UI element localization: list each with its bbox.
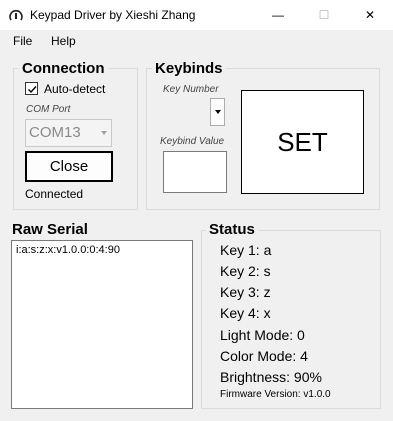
key-number-label: Key Number xyxy=(163,84,219,95)
menu-file[interactable]: File xyxy=(13,34,32,48)
raw-serial-title: Raw Serial xyxy=(9,222,91,238)
chevron-down-icon xyxy=(101,131,107,135)
auto-detect-label: Auto-detect xyxy=(44,82,106,96)
connection-status: Connected xyxy=(25,187,84,201)
status-key-4: Key 4: x xyxy=(220,305,271,321)
connection-title: Connection xyxy=(19,61,108,77)
raw-serial-text: i:a:s:z:x:v1.0.0:0:4:90 xyxy=(16,244,120,256)
close-connection-button[interactable]: Close xyxy=(25,151,113,182)
key-number-select[interactable] xyxy=(210,98,225,126)
close-window-button[interactable]: ✕ xyxy=(347,0,393,30)
window-title: Keypad Driver by Xieshi Zhang xyxy=(30,8,196,22)
keybind-value-label: Keybind Value xyxy=(160,136,225,147)
chevron-down-icon xyxy=(215,110,221,114)
app-icon xyxy=(9,9,23,21)
maximize-button[interactable]: ☐ xyxy=(301,0,347,30)
status-firmware-version: Firmware Version: v1.0.0 xyxy=(220,389,331,400)
com-port-select: COM13 xyxy=(25,119,112,147)
set-button[interactable]: SET xyxy=(241,90,364,194)
keybind-value-input[interactable] xyxy=(163,151,227,193)
minimize-button[interactable]: — xyxy=(255,0,301,30)
title-bar: Keypad Driver by Xieshi Zhang — ☐ ✕ xyxy=(0,0,393,30)
status-key-3: Key 3: z xyxy=(220,284,271,300)
status-title: Status xyxy=(206,222,258,238)
status-color-mode: Color Mode: 4 xyxy=(220,348,308,364)
raw-serial-textarea[interactable]: i:a:s:z:x:v1.0.0:0:4:90 xyxy=(11,240,193,409)
status-key-2: Key 2: s xyxy=(220,263,271,279)
check-icon xyxy=(28,86,37,94)
com-port-label: COM Port xyxy=(26,104,71,115)
keybinds-title: Keybinds xyxy=(152,61,226,77)
status-key-1: Key 1: a xyxy=(220,242,272,258)
com-port-value: COM13 xyxy=(29,124,81,141)
menu-help[interactable]: Help xyxy=(51,34,76,48)
status-light-mode: Light Mode: 0 xyxy=(220,327,305,343)
menu-bar: File Help xyxy=(0,30,393,52)
status-brightness: Brightness: 90% xyxy=(220,369,322,385)
auto-detect-checkbox[interactable] xyxy=(25,82,38,95)
